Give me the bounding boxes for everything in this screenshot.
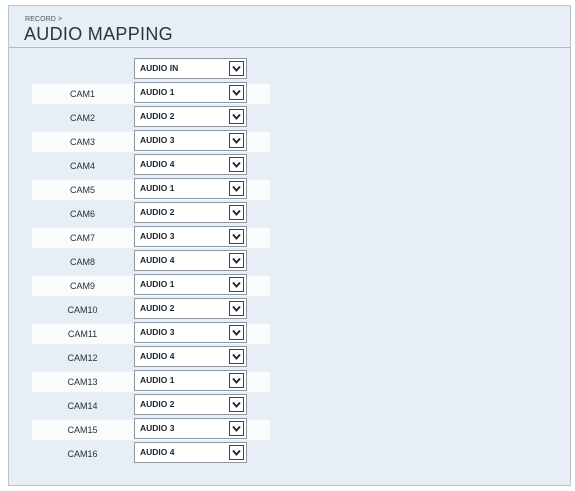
audio-select-value: AUDIO 4: [140, 159, 175, 169]
chevron-down-icon[interactable]: [229, 133, 244, 148]
camera-label: CAM7: [69, 233, 95, 243]
table-row: CAM6 AUDIO 2: [32, 201, 272, 225]
table-row: CAM4 AUDIO 4: [32, 153, 272, 177]
audio-select-value: AUDIO 3: [140, 327, 175, 337]
table-row: CAM9 AUDIO 1: [32, 273, 272, 297]
audio-select-value: AUDIO 2: [140, 111, 175, 121]
audio-select-value: AUDIO 4: [140, 351, 175, 361]
table-header-row: AUDIO IN: [32, 57, 272, 81]
audio-mapping-panel: RECORD > AUDIO MAPPING AUDIO IN CAM1 AUDI…: [8, 5, 571, 486]
audio-in-select[interactable]: AUDIO IN: [134, 58, 247, 79]
audio-select[interactable]: AUDIO 4: [134, 154, 247, 175]
table-row: CAM12 AUDIO 4: [32, 345, 272, 369]
audio-select[interactable]: AUDIO 2: [134, 202, 247, 223]
page-header: RECORD > AUDIO MAPPING: [9, 6, 570, 48]
chevron-down-icon[interactable]: [229, 445, 244, 460]
audio-select-value: AUDIO 3: [140, 423, 175, 433]
audio-select-value: AUDIO 3: [140, 135, 175, 145]
chevron-down-icon[interactable]: [229, 85, 244, 100]
audio-select[interactable]: AUDIO 1: [134, 370, 247, 391]
camera-label: CAM2: [69, 113, 95, 123]
chevron-down-icon[interactable]: [229, 157, 244, 172]
audio-select-value: AUDIO 1: [140, 183, 175, 193]
camera-label: CAM1: [69, 89, 95, 99]
audio-select-value: AUDIO 2: [140, 399, 175, 409]
chevron-down-icon[interactable]: [229, 373, 244, 388]
chevron-down-icon[interactable]: [229, 325, 244, 340]
camera-label: CAM16: [67, 449, 98, 459]
chevron-down-icon[interactable]: [229, 109, 244, 124]
camera-label: CAM5: [69, 185, 95, 195]
table-row: CAM13 AUDIO 1: [32, 369, 272, 393]
table-row: CAM8 AUDIO 4: [32, 249, 272, 273]
audio-select[interactable]: AUDIO 2: [134, 298, 247, 319]
chevron-down-icon[interactable]: [229, 61, 244, 76]
chevron-down-icon[interactable]: [229, 229, 244, 244]
chevron-down-icon[interactable]: [229, 253, 244, 268]
camera-label: CAM13: [67, 377, 98, 387]
chevron-down-icon[interactable]: [229, 397, 244, 412]
table-row: CAM1 AUDIO 1: [32, 81, 272, 105]
camera-label: CAM8: [69, 257, 95, 267]
audio-select[interactable]: AUDIO 2: [134, 106, 247, 127]
audio-in-select-value: AUDIO IN: [140, 63, 179, 73]
camera-label: CAM14: [67, 401, 98, 411]
audio-select[interactable]: AUDIO 3: [134, 418, 247, 439]
breadcrumb[interactable]: RECORD >: [25, 16, 62, 23]
table-row: CAM11 AUDIO 3: [32, 321, 272, 345]
audio-select[interactable]: AUDIO 4: [134, 346, 247, 367]
camera-label: CAM12: [67, 353, 98, 363]
audio-select[interactable]: AUDIO 3: [134, 322, 247, 343]
audio-select[interactable]: AUDIO 1: [134, 274, 247, 295]
camera-label: CAM10: [67, 305, 98, 315]
table-row: CAM5 AUDIO 1: [32, 177, 272, 201]
audio-select[interactable]: AUDIO 3: [134, 226, 247, 247]
audio-select[interactable]: AUDIO 1: [134, 82, 247, 103]
audio-select-value: AUDIO 2: [140, 303, 175, 313]
audio-select-value: AUDIO 4: [140, 447, 175, 457]
audio-select[interactable]: AUDIO 4: [134, 250, 247, 271]
camera-label: CAM11: [67, 329, 98, 339]
audio-select-value: AUDIO 3: [140, 231, 175, 241]
chevron-down-icon[interactable]: [229, 421, 244, 436]
table-row: CAM2 AUDIO 2: [32, 105, 272, 129]
chevron-down-icon[interactable]: [229, 181, 244, 196]
audio-select[interactable]: AUDIO 2: [134, 394, 247, 415]
table-row: CAM3 AUDIO 3: [32, 129, 272, 153]
chevron-down-icon[interactable]: [229, 301, 244, 316]
audio-select-value: AUDIO 1: [140, 375, 175, 385]
audio-select[interactable]: AUDIO 1: [134, 178, 247, 199]
audio-select-value: AUDIO 4: [140, 255, 175, 265]
table-row: CAM14 AUDIO 2: [32, 393, 272, 417]
table-row: CAM16 AUDIO 4: [32, 441, 272, 465]
camera-label: CAM15: [67, 425, 98, 435]
audio-mapping-table: AUDIO IN CAM1 AUDIO 1 CAM2 AUDIO 2 CAM3 AUDIO…: [32, 57, 272, 465]
chevron-down-icon[interactable]: [229, 277, 244, 292]
page-title: AUDIO MAPPING: [24, 24, 173, 44]
camera-label: CAM9: [69, 281, 95, 291]
audio-select[interactable]: AUDIO 3: [134, 130, 247, 151]
camera-label: CAM3: [69, 137, 95, 147]
table-row: CAM7 AUDIO 3: [32, 225, 272, 249]
camera-label: CAM6: [69, 209, 95, 219]
audio-select-value: AUDIO 1: [140, 87, 175, 97]
table-row: CAM15 AUDIO 3: [32, 417, 272, 441]
chevron-down-icon[interactable]: [229, 349, 244, 364]
table-row: CAM10 AUDIO 2: [32, 297, 272, 321]
audio-select-value: AUDIO 2: [140, 207, 175, 217]
chevron-down-icon[interactable]: [229, 205, 244, 220]
camera-label: CAM4: [69, 161, 95, 171]
audio-select-value: AUDIO 1: [140, 279, 175, 289]
audio-select[interactable]: AUDIO 4: [134, 442, 247, 463]
